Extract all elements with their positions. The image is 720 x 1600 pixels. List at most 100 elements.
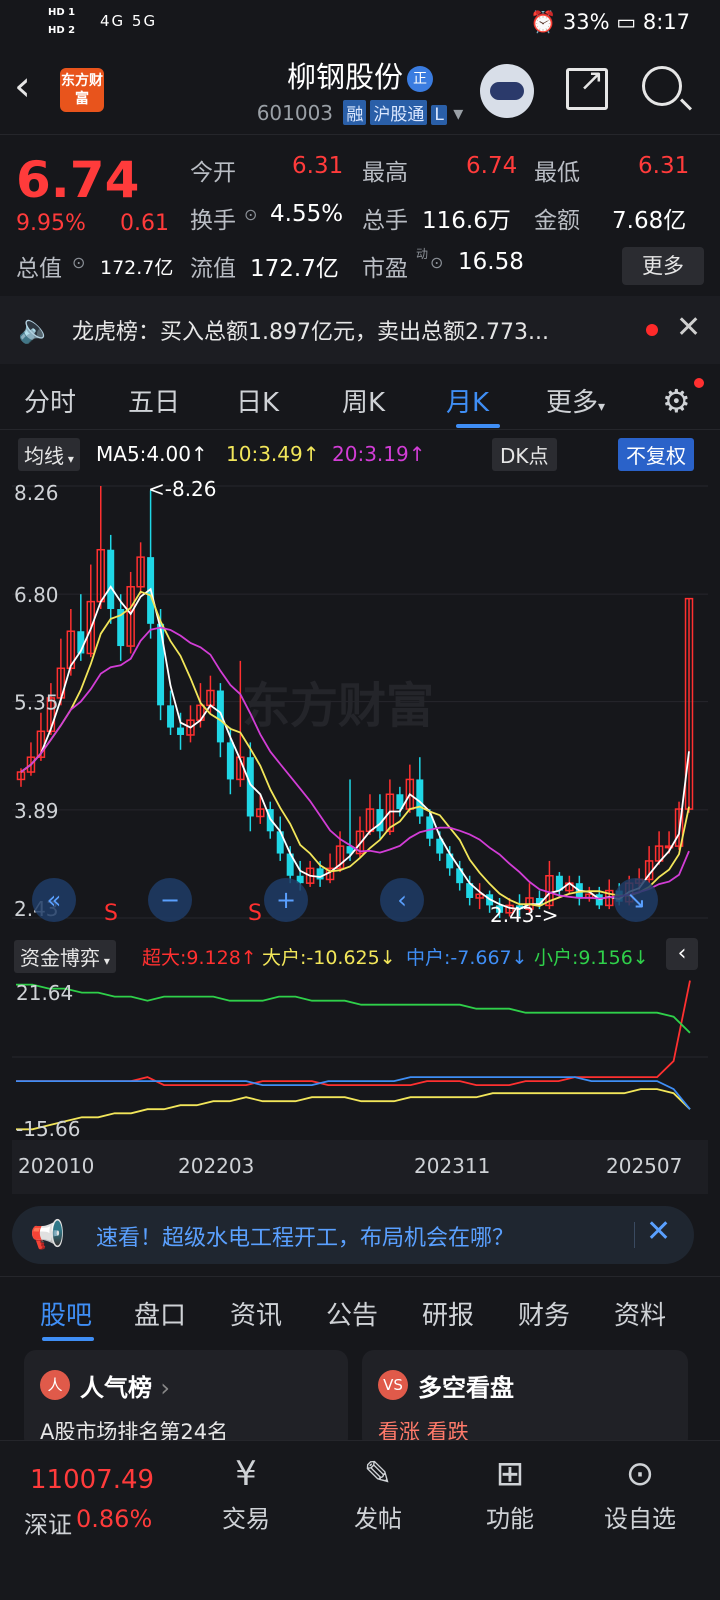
close-icon[interactable]: ✕	[676, 310, 701, 345]
date-label: 202203	[178, 1154, 255, 1178]
fund-flow-chart[interactable]: 21.64 -15.66	[12, 972, 708, 1141]
card-title: 多空看盘	[418, 1374, 514, 1402]
card-title: 人气榜 ›	[80, 1374, 170, 1402]
tab-five-day[interactable]: 五日	[128, 382, 180, 419]
chevron-left-icon[interactable]: ‹	[666, 938, 698, 970]
info-icon[interactable]: ⊙	[244, 205, 257, 224]
candle-body	[177, 727, 185, 735]
y-tick-label: 5.35	[14, 691, 59, 715]
tag-margin[interactable]: 融	[343, 100, 367, 125]
volume-value: 116.6万	[422, 208, 511, 234]
yen-icon: ¥	[235, 1454, 257, 1494]
ma20-label: 20:3.19↑	[332, 442, 426, 466]
indicator-selector[interactable]: 资金博弈 ▾	[14, 940, 116, 973]
dragon-tiger-notice[interactable]: 🔈 龙虎榜：买入总额1.897亿元，卖出总额2.773... ✕	[0, 296, 720, 364]
speaker-icon: 🔈	[18, 312, 53, 345]
promo-banner[interactable]: 📢 速看！超级水电工程开工，布局机会在哪？ ✕	[12, 1206, 694, 1264]
medium-label: 中户:-7.667↓	[406, 947, 528, 969]
more-dots-icon: ⊙	[625, 1454, 655, 1494]
share-icon[interactable]	[566, 63, 608, 110]
mktcap-value: 172.7亿	[100, 257, 174, 279]
tab-news[interactable]: 资讯	[230, 1295, 282, 1332]
nav-functions[interactable]: ⊞ 功能	[460, 1449, 560, 1534]
tag-connect[interactable]: 沪股通	[370, 100, 428, 125]
nav-add-watchlist[interactable]: ⊙ 设自选	[590, 1449, 690, 1534]
stock-header: ‹ 东方财富 柳钢股份正 601003 融沪股通 L ▾	[0, 46, 720, 134]
ma10-label: 10:3.49↑	[226, 442, 320, 466]
small-label: 小户:9.156↓	[534, 947, 649, 969]
search-icon[interactable]	[642, 66, 682, 106]
candle-body	[157, 623, 165, 706]
battery-level: 33%	[562, 10, 610, 34]
tab-announcements[interactable]: 公告	[326, 1295, 378, 1332]
content-tabs: 股吧 盘口 资讯 公告 研报 财务 资料	[0, 1276, 720, 1344]
index-value[interactable]: 11007.49	[30, 1465, 154, 1495]
pe-value: 16.58	[458, 249, 524, 275]
stock-code: 601003	[256, 101, 334, 125]
tab-monthly-k[interactable]: 月K	[446, 382, 489, 419]
alarm-icon: ⏰	[530, 10, 557, 34]
assistant-robot-icon[interactable]	[480, 64, 534, 118]
date-label: 202311	[414, 1154, 491, 1178]
tab-daily-k[interactable]: 日K	[236, 382, 279, 419]
kline-svg[interactable]: 东方财富8.266.805.353.892.43<-8.262.43->SS«−…	[12, 472, 708, 938]
y-tick-label: 3.89	[14, 799, 59, 823]
ma5-label: MA5:4.00↑	[96, 442, 208, 466]
stock-name: 柳钢股份	[286, 60, 403, 94]
chart-control-icon: −	[160, 886, 180, 914]
chevron-down-icon[interactable]: ▾	[453, 101, 463, 125]
fund-series-line	[16, 983, 691, 1034]
status-bar: HD 1 HD 2 4G 5G ⏰ 33% ▭ 8:17	[0, 0, 720, 46]
tab-weekly-k[interactable]: 周K	[342, 382, 385, 419]
y-tick-label: 8.26	[14, 481, 59, 505]
ma-selector[interactable]: 均线 ▾	[18, 438, 80, 471]
date-label: 202010	[18, 1154, 95, 1178]
status-right: ⏰ 33% ▭ 8:17	[530, 10, 690, 35]
close-icon[interactable]: ✕	[646, 1214, 671, 1249]
float-label: 流值	[190, 256, 236, 282]
info-icon[interactable]: ⊙	[72, 253, 85, 272]
tab-forum[interactable]: 股吧	[40, 1295, 92, 1332]
candle-body	[416, 779, 424, 817]
last-price: 6.74	[16, 151, 140, 209]
no-adjust-button[interactable]: 不复权	[618, 438, 694, 471]
kline-tabs: 分时 五日 日K 周K 月K 更多▾ ⚙	[0, 366, 720, 430]
candle-body	[226, 742, 234, 780]
notice-text: 龙虎榜：买入总额1.897亿元，卖出总额2.773...	[72, 320, 549, 345]
open-label: 今开	[190, 160, 236, 186]
more-button[interactable]: 更多	[622, 247, 704, 285]
nav-post[interactable]: ✎ 发帖	[328, 1449, 428, 1534]
nav-trade[interactable]: ¥ 交易	[196, 1449, 296, 1534]
date-axis: 202010 202203 202311 202507	[12, 1140, 708, 1194]
float-value: 172.7亿	[250, 256, 339, 282]
bull-bear-card[interactable]: VS 多空看盘 看涨 看跌	[362, 1350, 688, 1450]
promo-text[interactable]: 速看！超级水电工程开工，布局机会在哪？	[96, 1220, 514, 1252]
tab-profile[interactable]: 资料	[614, 1295, 666, 1332]
tab-more[interactable]: 更多▾	[546, 382, 605, 419]
tag-l[interactable]: L	[431, 105, 447, 125]
tab-orderbook[interactable]: 盘口	[134, 1295, 186, 1332]
info-icon[interactable]: ⊙	[430, 253, 443, 272]
gear-icon[interactable]: ⚙	[662, 382, 691, 420]
edit-icon: ✎	[363, 1454, 393, 1494]
high-value: 6.74	[466, 153, 518, 179]
tab-research[interactable]: 研报	[422, 1295, 474, 1332]
stock-subline: 601003 融沪股通 L ▾	[0, 100, 720, 125]
tab-underline	[42, 1337, 94, 1341]
volume-label: 总手	[362, 208, 408, 234]
popularity-card[interactable]: 人 人气榜 › A股市场排名第24名	[24, 1350, 348, 1450]
fund-flow-svg[interactable]: 21.64 -15.66	[12, 972, 708, 1141]
kline-chart[interactable]: 东方财富8.266.805.353.892.43<-8.262.43->SS«−…	[12, 472, 708, 938]
chart-control-icon: +	[276, 886, 296, 914]
tab-financials[interactable]: 财务	[518, 1295, 570, 1332]
popularity-icon: 人	[40, 1370, 70, 1400]
divider	[634, 1222, 635, 1248]
index-name[interactable]: 深证	[24, 1505, 72, 1540]
bottom-nav: 11007.49 深证 0.86% ¥ 交易 ✎ 发帖 ⊞ 功能 ⊙ 设自选	[0, 1440, 720, 1600]
dk-point-button[interactable]: DK点	[492, 438, 557, 471]
y-tick-label: -15.66	[16, 1117, 80, 1140]
high-label: 最高	[362, 160, 408, 186]
index-percent[interactable]: 0.86%	[76, 1505, 152, 1533]
megaphone-icon: 📢	[30, 1218, 65, 1251]
tab-intraday[interactable]: 分时	[24, 382, 76, 419]
